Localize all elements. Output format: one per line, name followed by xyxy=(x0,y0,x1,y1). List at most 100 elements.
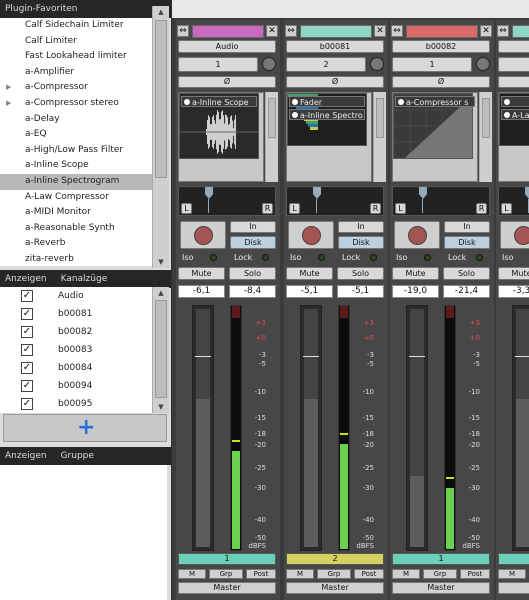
plugin-item[interactable]: Calf Sidechain Limiter xyxy=(0,18,152,34)
fader-level xyxy=(516,399,529,547)
mixer-strip: ⇔ ✕ Audio 1 Øa-Inline Scope L R In Disk Iso Lock Mu… xyxy=(176,20,280,600)
group-button[interactable]: Grp xyxy=(317,569,351,579)
output-bus-button[interactable] xyxy=(498,553,529,565)
strip-width-toggle[interactable]: ⇔ xyxy=(285,25,297,37)
mute-button[interactable]: Mute xyxy=(498,267,529,280)
meter-scale-tick: -30 xyxy=(362,484,374,492)
mute-button[interactable]: Mute xyxy=(392,267,439,280)
output-bus-button[interactable]: 2 xyxy=(286,553,384,565)
monitor-m-button[interactable]: M xyxy=(392,569,420,579)
monitor-m-button[interactable]: M xyxy=(498,569,526,579)
output-master-button[interactable]: Master xyxy=(286,582,384,594)
output-master-button[interactable]: Master xyxy=(392,582,490,594)
plugin-item[interactable]: Calf Limiter xyxy=(0,34,152,50)
track-visible-checkbox[interactable]: ✓ xyxy=(21,290,33,302)
scroll-up-icon[interactable]: ▲ xyxy=(153,287,169,299)
plugin-active-led[interactable] xyxy=(504,112,510,118)
record-enable-button[interactable] xyxy=(180,221,226,249)
scroll-down-icon[interactable]: ▼ xyxy=(153,401,169,413)
record-enable-button[interactable] xyxy=(500,221,529,249)
plugin-item[interactable]: ▶ a-Compressor xyxy=(0,80,152,96)
strip-width-toggle[interactable]: ⇔ xyxy=(497,25,509,37)
scroll-thumb[interactable] xyxy=(482,98,490,138)
meter-point-button[interactable]: Post xyxy=(460,569,490,579)
plugin-active-led[interactable] xyxy=(292,112,298,118)
output-bus-button[interactable]: 1 xyxy=(178,553,276,565)
pan-position-handle[interactable] xyxy=(313,187,321,199)
scroll-thumb[interactable] xyxy=(155,20,167,178)
plugin-item[interactable]: a-High/Low Pass Filter xyxy=(0,143,152,159)
scroll-thumb[interactable] xyxy=(155,300,167,398)
iso-led[interactable] xyxy=(318,254,325,261)
iso-led[interactable] xyxy=(424,254,431,261)
gain-display[interactable]: -3,3 xyxy=(498,285,529,298)
plugin-item[interactable]: a-Reasonable Synth xyxy=(0,221,152,237)
monitor-m-button[interactable]: M xyxy=(286,569,314,579)
plugin-active-led[interactable] xyxy=(184,99,190,105)
meter-point-button[interactable]: Post xyxy=(246,569,276,579)
plugin-list-scrollbar[interactable]: ▲ ▼ xyxy=(152,6,169,268)
plugin-slot[interactable]: A-La xyxy=(501,109,529,120)
plugin-slot[interactable] xyxy=(501,96,529,107)
plugin-item[interactable]: a-Inline Scope xyxy=(0,158,152,174)
gain-fader[interactable] xyxy=(406,305,428,551)
plugin-active-led[interactable] xyxy=(398,99,404,105)
panner[interactable]: LR xyxy=(498,186,529,216)
pan-position-handle[interactable] xyxy=(525,187,529,199)
plugin-item[interactable]: a-Amplifier xyxy=(0,65,152,81)
expand-arrow-icon[interactable]: ▶ xyxy=(6,96,11,112)
track-name-button[interactable] xyxy=(498,40,529,53)
phase-invert-button[interactable]: Ø xyxy=(498,76,529,88)
meter-point-button[interactable]: Post xyxy=(354,569,384,579)
pan-position-handle[interactable] xyxy=(205,187,213,199)
plugin-item[interactable]: Fast Lookahead limiter xyxy=(0,49,152,65)
mute-button[interactable]: Mute xyxy=(178,267,225,280)
plugin-item[interactable]: A-Law Compressor xyxy=(0,190,152,206)
gain-display[interactable]: -6,1 xyxy=(178,285,225,298)
track-visible-checkbox[interactable]: ✓ xyxy=(21,398,33,410)
scroll-up-icon[interactable]: ▲ xyxy=(153,6,169,18)
track-visible-checkbox[interactable]: ✓ xyxy=(21,362,33,374)
gain-display[interactable]: -5,1 xyxy=(286,285,333,298)
iso-led[interactable] xyxy=(210,254,217,261)
scroll-thumb[interactable] xyxy=(268,98,276,138)
plugin-item[interactable]: a-MIDI Monitor xyxy=(0,205,152,221)
gain-display[interactable]: -19,0 xyxy=(392,285,439,298)
output-master-button[interactable]: Master xyxy=(498,582,529,594)
input-button[interactable] xyxy=(498,57,529,72)
plugin-active-led[interactable] xyxy=(504,99,510,105)
expand-arrow-icon[interactable]: ▶ xyxy=(6,80,11,96)
gain-fader[interactable] xyxy=(300,305,322,551)
plugin-item-label: Fast Lookahead limiter xyxy=(25,51,127,62)
strip-width-toggle[interactable]: ⇔ xyxy=(177,25,189,37)
track-visible-checkbox[interactable]: ✓ xyxy=(21,380,33,392)
gain-fader[interactable] xyxy=(192,305,214,551)
pan-position-handle[interactable] xyxy=(419,187,427,199)
plugin-item[interactable]: zita-reverb xyxy=(0,252,152,266)
plugin-item[interactable]: a-EQ xyxy=(0,127,152,143)
group-button[interactable]: Grp xyxy=(423,569,457,579)
scroll-thumb[interactable] xyxy=(376,98,384,138)
output-master-button[interactable]: Master xyxy=(178,582,276,594)
processor-box: A-La xyxy=(498,92,529,182)
record-enable-button[interactable] xyxy=(394,221,440,249)
track-visible-checkbox[interactable]: ✓ xyxy=(21,326,33,338)
output-bus-button[interactable]: 1 xyxy=(392,553,490,565)
tracks-scrollbar[interactable]: ▲ ▼ xyxy=(152,287,169,413)
tracks-header: Anzeigen Kanalzüge xyxy=(0,270,171,288)
plugin-item[interactable]: a-Reverb xyxy=(0,236,152,252)
plugin-item[interactable]: a-Delay xyxy=(0,112,152,128)
strip-width-toggle[interactable]: ⇔ xyxy=(391,25,403,37)
scroll-down-icon[interactable]: ▼ xyxy=(153,256,169,268)
track-visible-checkbox[interactable]: ✓ xyxy=(21,344,33,356)
add-track-button[interactable]: + xyxy=(3,414,167,442)
gain-fader[interactable] xyxy=(512,305,529,551)
plugin-item[interactable]: ▶ a-Compressor stereo xyxy=(0,96,152,112)
group-button[interactable]: Grp xyxy=(209,569,243,579)
mute-button[interactable]: Mute xyxy=(286,267,333,280)
record-enable-button[interactable] xyxy=(288,221,334,249)
plugin-item[interactable]: a-Inline Spectrogram xyxy=(0,173,152,190)
track-visible-checkbox[interactable]: ✓ xyxy=(21,308,33,320)
monitor-m-button[interactable]: M xyxy=(178,569,206,579)
plugin-active-led[interactable] xyxy=(292,99,298,105)
